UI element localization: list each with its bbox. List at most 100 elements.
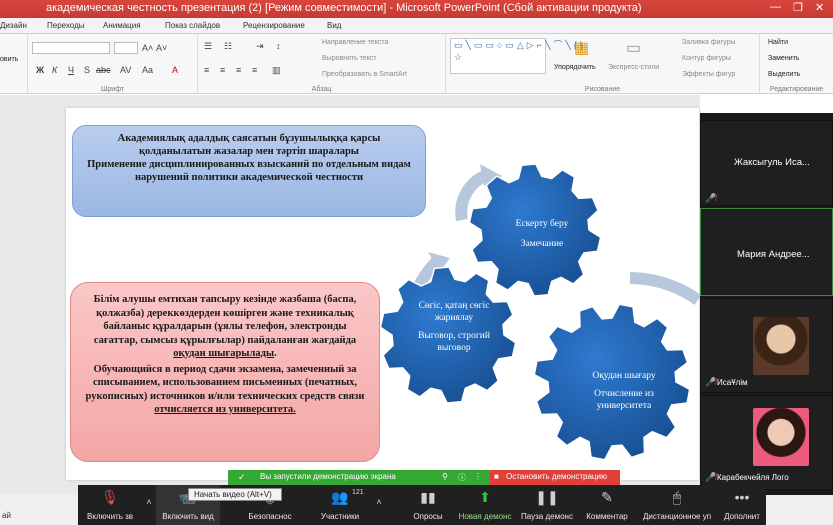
new-share-button[interactable]: ⬆ Новая демонс — [454, 485, 516, 525]
select-button[interactable]: Выделить — [768, 71, 800, 78]
align-right-icon[interactable]: ≡ — [236, 65, 241, 75]
polls-button[interactable]: ▮▮ Опросы — [398, 485, 458, 525]
shapes-gallery[interactable]: ▭╲▭▭○▭△▷⌐╲⌒╲{}☆ — [450, 38, 583, 74]
participant-video — [753, 408, 809, 466]
title-box[interactable]: Академиялық адалдық саясатын бұзушылыққа… — [72, 125, 426, 217]
underline-icon[interactable]: Ч — [68, 65, 74, 75]
ribbon: овить A˄ A˅ Ж К Ч S abc AV Aa A Шрифт ☰ … — [0, 34, 833, 94]
status-text: ай — [2, 511, 11, 520]
audio-options-caret[interactable]: ˄ — [142, 485, 156, 525]
bullets-icon[interactable]: ☰ — [204, 41, 212, 52]
participants-count: 121 — [352, 489, 364, 496]
title-bar: академическая честность презентация (2) … — [0, 0, 833, 18]
participant-name: Карабекчейля Лого — [717, 473, 789, 482]
shrink-font-icon[interactable]: A˅ — [156, 43, 167, 53]
font-size-dropdown[interactable] — [114, 42, 138, 54]
close-button[interactable]: ✕ — [815, 1, 824, 14]
justify-icon[interactable]: ≡ — [252, 65, 257, 75]
more-label: Дополнит — [724, 512, 760, 521]
mic-muted-icon: 🎤̸ — [705, 193, 717, 203]
remote-control-button[interactable]: 🖱 Дистанционное уп — [638, 485, 716, 525]
line-spacing-icon[interactable]: ↕ — [276, 41, 281, 51]
rule-kazakh-end: . — [274, 348, 277, 359]
share-banner-text: Вы запустили демонстрацию экрана — [260, 472, 396, 481]
window-title: академическая честность презентация (2) … — [46, 2, 642, 14]
tab-review[interactable]: Рецензирование — [243, 21, 305, 30]
gear-warning-ru: Замечание — [520, 239, 564, 249]
tab-animation[interactable]: Анимация — [103, 21, 141, 30]
participant-tile-active[interactable]: Мария Андрее... — [700, 208, 833, 296]
align-left-icon[interactable]: ≡ — [204, 65, 209, 75]
gear-expulsion-ru: Отчисление из университета — [594, 389, 654, 411]
numbering-icon[interactable]: ☷ — [224, 41, 232, 52]
menu-icon[interactable]: ⋮ — [474, 472, 482, 481]
grow-font-icon[interactable]: A˄ — [142, 43, 153, 53]
replace-button[interactable]: Заменить — [768, 55, 799, 62]
find-button[interactable]: Найти — [768, 39, 788, 46]
change-case-icon[interactable]: Aa — [142, 65, 153, 75]
align-center-icon[interactable]: ≡ — [220, 65, 225, 75]
polls-label: Опросы — [413, 512, 443, 521]
rule-kazakh: Білім алушы емтихан тапсыру кезінде жазб… — [81, 293, 369, 361]
info-icon[interactable]: ⓘ — [458, 472, 466, 483]
participants-button[interactable]: 👥 121 Участники — [308, 485, 372, 525]
participant-tile-video[interactable]: 🎤̸ Карабекчейля Лого — [700, 395, 833, 490]
mic-muted-icon: 🎤̸ — [705, 472, 717, 482]
convert-smartart-button[interactable]: Преобразовать в SmartArt — [322, 71, 407, 78]
tab-view[interactable]: Вид — [327, 21, 341, 30]
status-bar-left: ай — [0, 495, 78, 525]
remote-control-label: Дистанционное уп — [642, 512, 712, 521]
gear-expulsion-text: Оқудан шығару Отчисление из университета — [578, 370, 670, 412]
ribbon-paragraph-group: ☰ ☷ ⇥ ↕ ≡ ≡ ≡ ≡ ▥ Направление текста Выр… — [198, 34, 446, 94]
pause-share-label: Пауза демонс — [521, 512, 573, 521]
polls-icon: ▮▮ — [420, 489, 436, 505]
gear-expulsion-kk: Оқудан шығару — [592, 371, 656, 381]
chevron-up-icon: ˄ — [376, 497, 382, 507]
quick-styles-button[interactable]: Экспресс-стили — [608, 64, 659, 71]
editing-group-label: Редактирование — [769, 86, 824, 93]
quick-styles-icon[interactable]: ▭ — [626, 38, 641, 58]
bold-icon[interactable]: Ж — [36, 65, 44, 75]
microphone-muted-icon: 🎙 — [101, 489, 119, 505]
tab-slideshow[interactable]: Показ слайдов — [165, 21, 220, 30]
ribbon-slides-group: овить — [0, 34, 28, 94]
start-video-label: Включить вид — [162, 512, 214, 521]
gear-warning-kk: Ескерту беру — [515, 219, 569, 229]
shape-outline-button[interactable]: Контур фигуры — [682, 55, 731, 62]
text-direction-button[interactable]: Направление текста — [322, 39, 388, 46]
tooltip-text: Начать видео (Alt+V) — [194, 490, 272, 499]
maximize-button[interactable]: ❐ — [793, 1, 803, 14]
tab-design[interactable]: Дизайн — [0, 21, 27, 30]
indent-icon[interactable]: ⇥ — [256, 41, 264, 52]
pin-icon[interactable]: ⚲ — [442, 472, 448, 481]
mute-button[interactable]: 🎙 Включить зв — [78, 485, 142, 525]
font-color-icon[interactable]: A — [172, 65, 178, 75]
char-spacing-icon[interactable]: AV — [120, 65, 131, 75]
minimize-button[interactable]: — — [770, 1, 781, 13]
annotate-button[interactable]: ✎ Комментар — [578, 485, 636, 525]
shape-fill-button[interactable]: Заливка фигуры — [682, 39, 735, 46]
ribbon-font-group: A˄ A˅ Ж К Ч S abc AV Aa A Шрифт — [28, 34, 198, 94]
participant-tile-video[interactable]: 🎤̸ ИсаҰлім — [700, 298, 833, 393]
share-screen-icon: ⬆ — [479, 489, 491, 505]
arrange-button[interactable]: Упорядочить — [554, 64, 596, 71]
align-text-button[interactable]: Выровнять текст — [322, 55, 377, 62]
participant-tile[interactable]: Жаксыгуль Иса... 🎤̸ — [700, 120, 833, 206]
rule-box[interactable]: Білім алушы емтихан тапсыру кезінде жазб… — [70, 282, 380, 462]
gear-reprimand-text: Сөгіс, қатаң сөгіс жариялау Выговор, стр… — [408, 300, 500, 354]
share-banner: ✓ Вы запустили демонстрацию экрана ⚲ ⓘ ⋮ — [228, 470, 490, 485]
new-slide-button[interactable]: овить — [0, 56, 18, 63]
stop-share-button[interactable]: ■ Остановить демонстрацию — [490, 470, 620, 485]
arrange-icon[interactable]: ▦ — [574, 38, 589, 58]
italic-icon[interactable]: К — [52, 65, 57, 75]
font-name-dropdown[interactable] — [32, 42, 110, 54]
strikethrough-icon[interactable]: abc — [96, 65, 111, 75]
participants-options-caret[interactable]: ˄ — [372, 485, 386, 525]
more-button[interactable]: ••• Дополнит — [718, 485, 766, 525]
shape-effects-button[interactable]: Эффекты фигур — [682, 71, 735, 78]
pause-share-button[interactable]: ❚❚ Пауза демонс — [516, 485, 578, 525]
rule-russian-text: Обучающийся в период сдачи экзамена, зам… — [85, 363, 365, 402]
tab-transitions[interactable]: Переходы — [47, 21, 85, 30]
shadow-icon[interactable]: S — [84, 65, 90, 75]
columns-icon[interactable]: ▥ — [272, 65, 281, 76]
